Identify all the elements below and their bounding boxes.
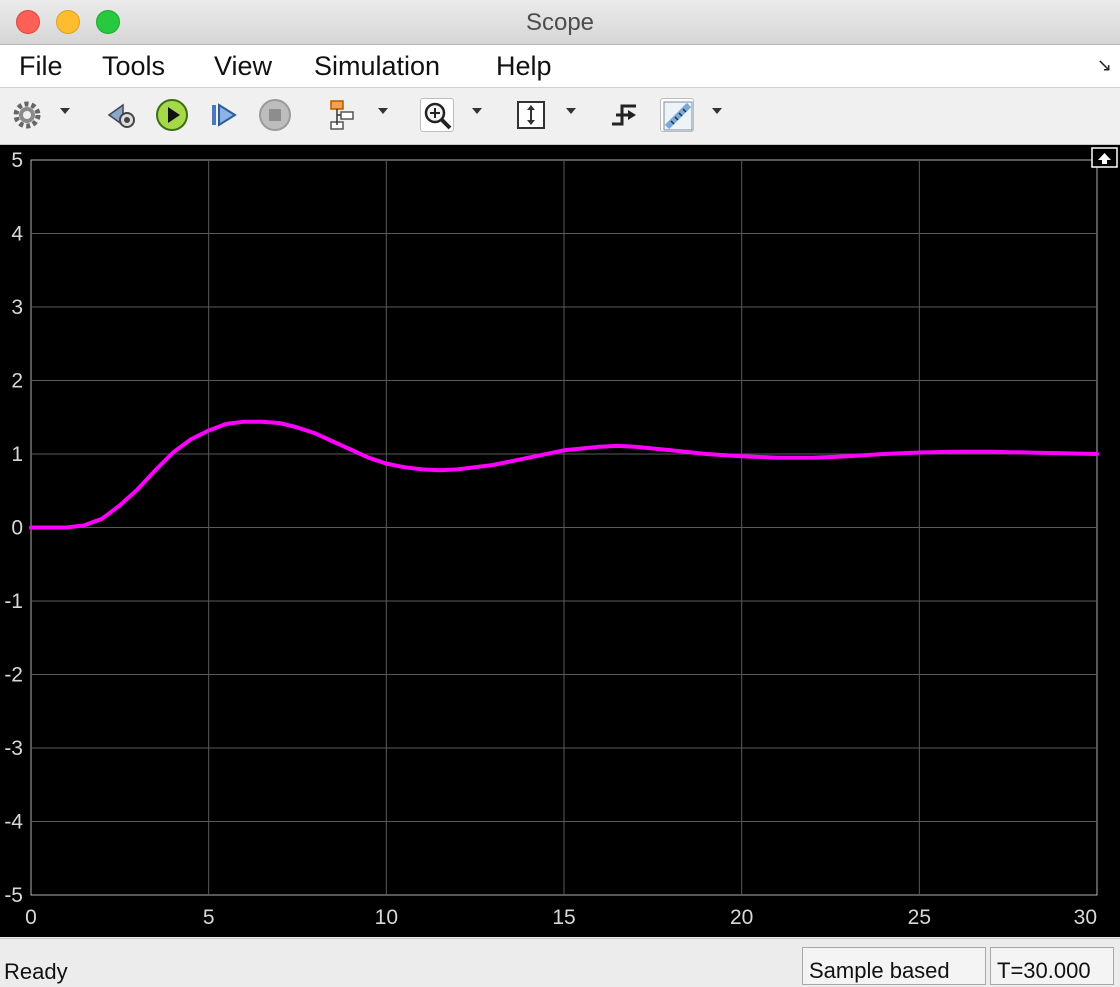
menu-file[interactable]: File — [19, 51, 63, 82]
gear-icon[interactable] — [10, 98, 44, 132]
settings-dropdown-caret[interactable] — [60, 108, 70, 114]
y-tick-label: 5 — [11, 149, 23, 172]
triggers-icon[interactable] — [608, 98, 642, 132]
y-tick-label: 3 — [11, 296, 23, 319]
toolbar — [0, 88, 1120, 145]
y-tick-label: -3 — [4, 737, 23, 760]
measurements-icon[interactable] — [660, 98, 694, 132]
sample-mode-indicator: Sample based — [802, 947, 986, 985]
x-tick-label: 10 — [375, 906, 398, 929]
menu-view[interactable]: View — [214, 51, 272, 82]
scale-axes-icon[interactable] — [514, 98, 548, 132]
simulation-time-indicator: T=30.000 — [990, 947, 1114, 985]
y-tick-labels: 5 4 3 2 1 0 -1 -2 -3 -4 -5 — [4, 149, 23, 907]
menu-bar: File Tools View Simulation Help ↘ — [0, 45, 1120, 88]
y-tick-label: 4 — [11, 223, 23, 246]
zoom-icon[interactable] — [420, 98, 454, 132]
step-back-icon[interactable] — [105, 98, 139, 132]
highlight-dropdown-caret[interactable] — [378, 108, 388, 114]
status-bar: Ready Sample based T=30.000 — [0, 938, 1120, 987]
x-tick-label: 15 — [552, 906, 575, 929]
x-tick-labels: 0 5 10 15 20 25 30 — [25, 906, 1097, 929]
y-tick-label: 1 — [11, 443, 23, 466]
y-tick-label: -2 — [4, 664, 23, 687]
y-tick-label: -4 — [4, 811, 23, 834]
y-tick-label: 2 — [11, 370, 23, 393]
x-tick-label: 30 — [1074, 906, 1097, 929]
y-tick-label: -5 — [4, 884, 23, 907]
window-title: Scope — [525, 9, 595, 36]
plot-grid — [30, 159, 1098, 896]
status-text: Ready — [4, 959, 68, 984]
y-tick-label: 0 — [11, 517, 23, 540]
x-tick-label: 25 — [908, 906, 931, 929]
x-tick-label: 5 — [203, 906, 215, 929]
y-tick-label: -1 — [4, 590, 23, 613]
highlight-block-icon[interactable] — [325, 98, 359, 132]
x-tick-label: 0 — [25, 906, 37, 929]
scope-plot-area[interactable]: 5 4 3 2 1 0 -1 -2 -3 -4 -5 0 5 10 15 20 25 30 — [0, 145, 1120, 937]
expand-plot-icon[interactable] — [1091, 147, 1118, 168]
step-forward-icon[interactable] — [207, 98, 241, 132]
menu-tools[interactable]: Tools — [102, 51, 165, 82]
scale-dropdown-caret[interactable] — [566, 108, 576, 114]
measurements-dropdown-caret[interactable] — [712, 108, 722, 114]
undock-arrow-icon[interactable]: ↘ — [1097, 55, 1112, 76]
title-bar: Scope — [0, 0, 1120, 45]
run-icon[interactable] — [155, 98, 189, 132]
menu-help[interactable]: Help — [496, 51, 552, 82]
zoom-dropdown-caret[interactable] — [472, 108, 482, 114]
menu-simulation[interactable]: Simulation — [314, 51, 440, 82]
x-tick-label: 20 — [730, 906, 753, 929]
stop-icon[interactable] — [258, 98, 292, 132]
scope-axes[interactable]: 543210-1-2-3-4-5 0 5 10 15 20 25 30 — [0, 145, 1120, 937]
